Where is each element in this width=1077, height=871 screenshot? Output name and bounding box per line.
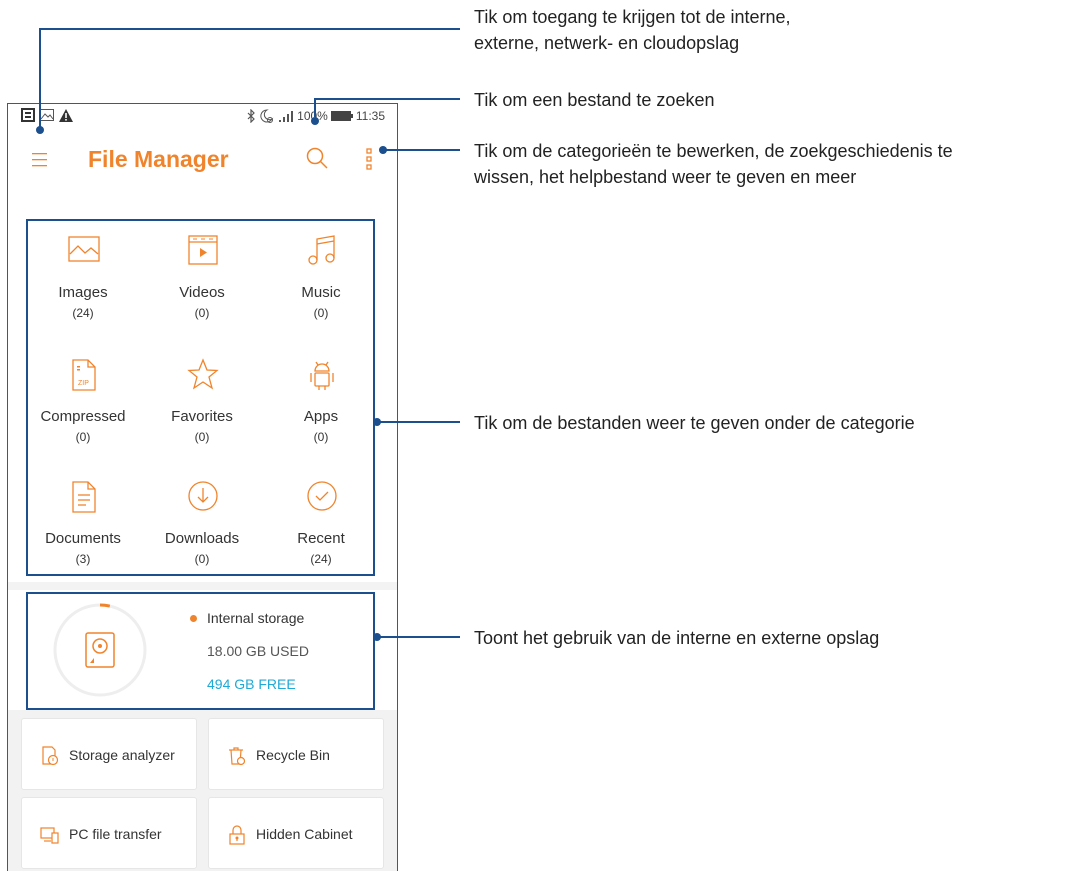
annotation-search: Tik om een bestand te zoeken bbox=[474, 90, 715, 110]
annotation-menu: Tik om toegang te krijgen tot de interne… bbox=[474, 4, 791, 56]
annotation-menu-line1: Tik om toegang te krijgen tot de interne… bbox=[474, 7, 791, 27]
annotation-categories: Tik om de bestanden weer te geven onder … bbox=[474, 413, 915, 433]
annotation-more-line2: wissen, het helpbestand weer te geven en… bbox=[474, 167, 857, 187]
annotation-storage: Toont het gebruik van de interne en exte… bbox=[474, 628, 880, 648]
annotation-more: Tik om de categorieën te bewerken, de zo… bbox=[474, 138, 953, 190]
annotation-menu-line2: externe, netwerk- en cloudopslag bbox=[474, 33, 740, 53]
annotation-more-line1: Tik om de categorieën te bewerken, de zo… bbox=[474, 141, 953, 161]
